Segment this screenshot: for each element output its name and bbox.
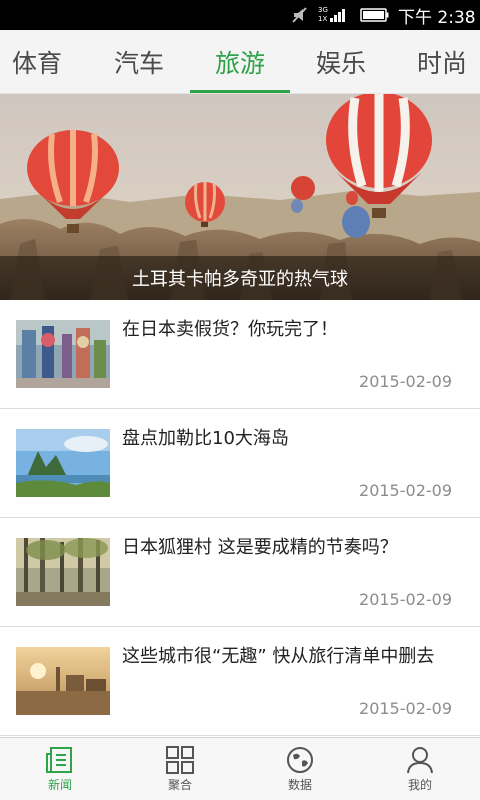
- nav-data[interactable]: 数据: [240, 738, 360, 800]
- nav-label: 我的: [407, 778, 432, 792]
- news-thumbnail: [16, 538, 110, 606]
- news-item[interactable]: 盘点加勒比10大海岛 2015-02-09: [0, 409, 480, 518]
- bottom-navigation: 新闻 聚合 数据 我的: [0, 737, 480, 800]
- news-date: 2015-02-09: [359, 372, 452, 391]
- news-thumbnail: [16, 647, 110, 715]
- signal-icon: 3G 1X: [318, 0, 345, 30]
- status-bar: 3G 1X 下午 2:38: [0, 0, 480, 30]
- clock: 下午 2:38: [398, 7, 476, 28]
- network-type-top: 3G: [318, 6, 328, 14]
- news-title: 这些城市很“无趣” 快从旅行清单中删去: [122, 646, 435, 667]
- news-date: 2015-02-09: [359, 481, 452, 500]
- nav-label: 数据: [287, 778, 312, 792]
- grid-icon: [166, 746, 194, 774]
- news-thumbnail: [16, 429, 110, 497]
- nav-profile[interactable]: 我的: [360, 738, 480, 800]
- news-item[interactable]: 在日本卖假货？你玩完了！ 2015-02-09: [0, 300, 480, 409]
- news-icon: [46, 747, 72, 773]
- featured-banner[interactable]: 土耳其卡帕多奇亚的热气球: [0, 94, 480, 300]
- network-type-bottom: 1X: [318, 15, 328, 23]
- banner-caption: 土耳其卡帕多奇亚的热气球: [0, 256, 480, 300]
- nav-label: 聚合: [167, 778, 192, 792]
- news-item[interactable]: 这些城市很“无趣” 快从旅行清单中删去 2015-02-09: [0, 627, 480, 736]
- nav-label: 新闻: [47, 778, 72, 792]
- tab-travel[interactable]: 旅游: [192, 30, 288, 94]
- nav-news[interactable]: 新闻: [0, 738, 120, 800]
- category-tab-bar: 体育 汽车 旅游 娱乐 时尚: [0, 30, 480, 94]
- active-tab-indicator: [190, 90, 290, 93]
- globe-icon: [287, 747, 313, 773]
- news-date: 2015-02-09: [359, 590, 452, 609]
- news-date: 2015-02-09: [359, 699, 452, 718]
- news-title: 在日本卖假货？你玩完了！: [122, 319, 338, 340]
- tab-cars[interactable]: 汽车: [91, 30, 187, 94]
- tab-sports[interactable]: 体育: [0, 30, 85, 94]
- news-thumbnail: [16, 320, 110, 388]
- nav-aggregate[interactable]: 聚合: [120, 738, 240, 800]
- news-item[interactable]: 日本狐狸村 这是要成精的节奏吗？ 2015-02-09: [0, 518, 480, 627]
- news-title: 日本狐狸村 这是要成精的节奏吗？: [122, 537, 398, 558]
- tab-fashion[interactable]: 时尚: [394, 30, 480, 94]
- profile-icon: [407, 747, 433, 774]
- news-title: 盘点加勒比10大海岛: [122, 428, 289, 449]
- mute-icon: [290, 0, 310, 30]
- battery-icon: [360, 0, 390, 30]
- news-list: 在日本卖假货？你玩完了！ 2015-02-09 盘点加勒比10大海岛 2015-…: [0, 300, 480, 736]
- tab-entertainment[interactable]: 娱乐: [293, 30, 389, 94]
